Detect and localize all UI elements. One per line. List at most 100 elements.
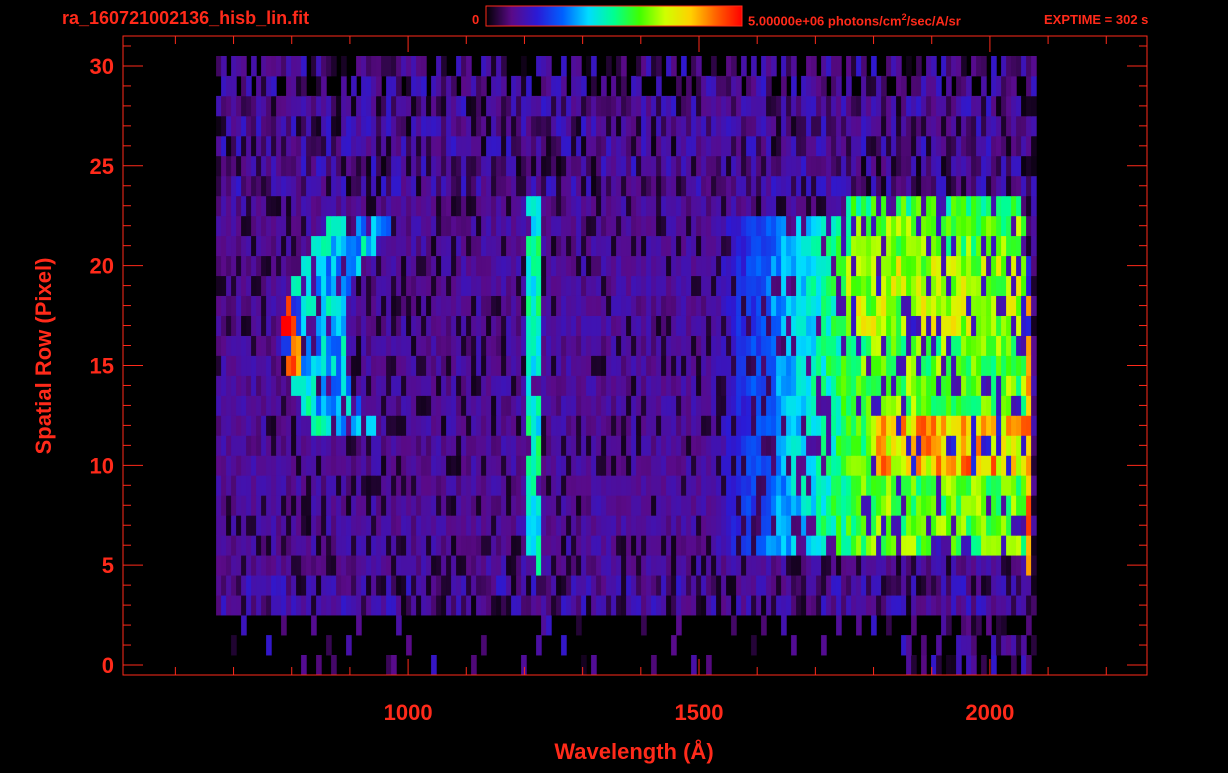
heatmap-cell [631, 175, 637, 197]
heatmap-cell [666, 575, 672, 596]
heatmap-cell [481, 575, 487, 596]
heatmap-cell [626, 395, 632, 416]
heatmap-cell [816, 595, 822, 616]
heatmap-cell [891, 395, 897, 416]
heatmap-cell [951, 195, 957, 217]
heatmap-cell [456, 56, 462, 77]
heatmap-cell [1021, 135, 1027, 157]
heatmap-cell [551, 95, 557, 117]
heatmap-cell [551, 535, 557, 556]
heatmap-cell [1021, 215, 1027, 237]
heatmap-cell [621, 415, 627, 436]
heatmap-cell [466, 75, 472, 97]
heatmap-cell [946, 215, 952, 237]
heatmap-cell [601, 295, 607, 316]
heatmap-cell [851, 115, 857, 137]
heatmap-cell [666, 555, 672, 576]
heatmap-cell [381, 95, 387, 117]
heatmap-cell [651, 255, 657, 277]
heatmap-cell [761, 475, 767, 496]
heatmap-cell [341, 155, 347, 177]
heatmap-cell [581, 555, 587, 576]
heatmap-cell [951, 455, 957, 476]
heatmap-cell [556, 275, 562, 296]
plot-window: 1000 1500 2000 0 5 10 15 20 25 30 ra_160721002136… [0, 0, 1228, 768]
heatmap-cell [786, 95, 792, 117]
heatmap-cell [616, 215, 622, 237]
heatmap-cell [576, 315, 582, 336]
heatmap-cell [996, 495, 1002, 516]
heatmap-cell [996, 355, 1002, 376]
heatmap-cell [591, 95, 597, 117]
heatmap-cell [486, 135, 492, 157]
heatmap-cell [656, 455, 662, 476]
heatmap-cell [306, 335, 312, 356]
heatmap-cell [911, 235, 917, 257]
heatmap-cell [926, 75, 932, 97]
heatmap-cell [656, 195, 662, 217]
heatmap-cell [446, 475, 452, 496]
heatmap-cell [301, 295, 307, 316]
heatmap-cell [931, 195, 937, 217]
heatmap-cell [811, 155, 817, 177]
heatmap-cell [996, 135, 1002, 157]
heatmap-cell [361, 335, 367, 356]
heatmap-cell [451, 535, 457, 556]
heatmap-cell [676, 615, 682, 636]
heatmap-cell [916, 515, 922, 536]
heatmap-cell [561, 56, 567, 77]
heatmap-cell [461, 175, 467, 197]
heatmap-cell [966, 195, 972, 217]
heatmap-cell [831, 335, 837, 356]
heatmap-cell [421, 175, 427, 197]
heatmap-cell [216, 555, 222, 576]
heatmap-cell [856, 415, 862, 436]
heatmap-cell [571, 595, 577, 616]
heatmap-cell [991, 215, 997, 237]
colorbar-min-label: 0 [472, 12, 480, 27]
heatmap-cell [446, 535, 452, 556]
heatmap-cell [956, 655, 962, 676]
heatmap-cell [891, 335, 897, 356]
heatmap-cell [876, 155, 882, 177]
heatmap-cell [1016, 235, 1022, 257]
heatmap-cell [921, 395, 927, 416]
heatmap-cell [711, 355, 717, 376]
heatmap-cell [241, 535, 247, 556]
heatmap-cell [931, 155, 937, 177]
heatmap-cell [341, 275, 347, 296]
heatmap-cell [796, 455, 802, 476]
heatmap-cell [521, 415, 527, 436]
heatmap-cell [246, 175, 252, 197]
heatmap-cell [981, 455, 987, 476]
heatmap-cell [886, 155, 892, 177]
heatmap-cell [896, 95, 902, 117]
heatmap-cell [481, 595, 487, 616]
heatmap-cell [266, 56, 272, 77]
heatmap-cell [486, 555, 492, 576]
heatmap-cell [756, 575, 762, 596]
heatmap-cell [726, 595, 732, 616]
heatmap-cell [736, 355, 742, 376]
heatmap-cell [301, 595, 307, 616]
heatmap-cell [356, 555, 362, 576]
heatmap-cell [311, 415, 317, 436]
heatmap-cell [1001, 56, 1007, 77]
heatmap-cell [1011, 395, 1017, 416]
heatmap-cell [281, 575, 287, 596]
heatmap-cell [1001, 535, 1007, 556]
heatmap-cell [281, 415, 287, 436]
heatmap-cell [466, 95, 472, 117]
heatmap-cell [351, 515, 357, 536]
heatmap-cell [246, 235, 252, 257]
heatmap-cell [316, 495, 322, 516]
heatmap-cell [1031, 155, 1037, 177]
heatmap-cell [226, 375, 232, 396]
heatmap-cell [1011, 175, 1017, 197]
heatmap-cell [721, 315, 727, 336]
heatmap-cell [506, 255, 512, 277]
heatmap-cell [311, 315, 317, 336]
heatmap-cell [856, 475, 862, 496]
heatmap-cell [601, 495, 607, 516]
heatmap-cell [736, 315, 742, 336]
